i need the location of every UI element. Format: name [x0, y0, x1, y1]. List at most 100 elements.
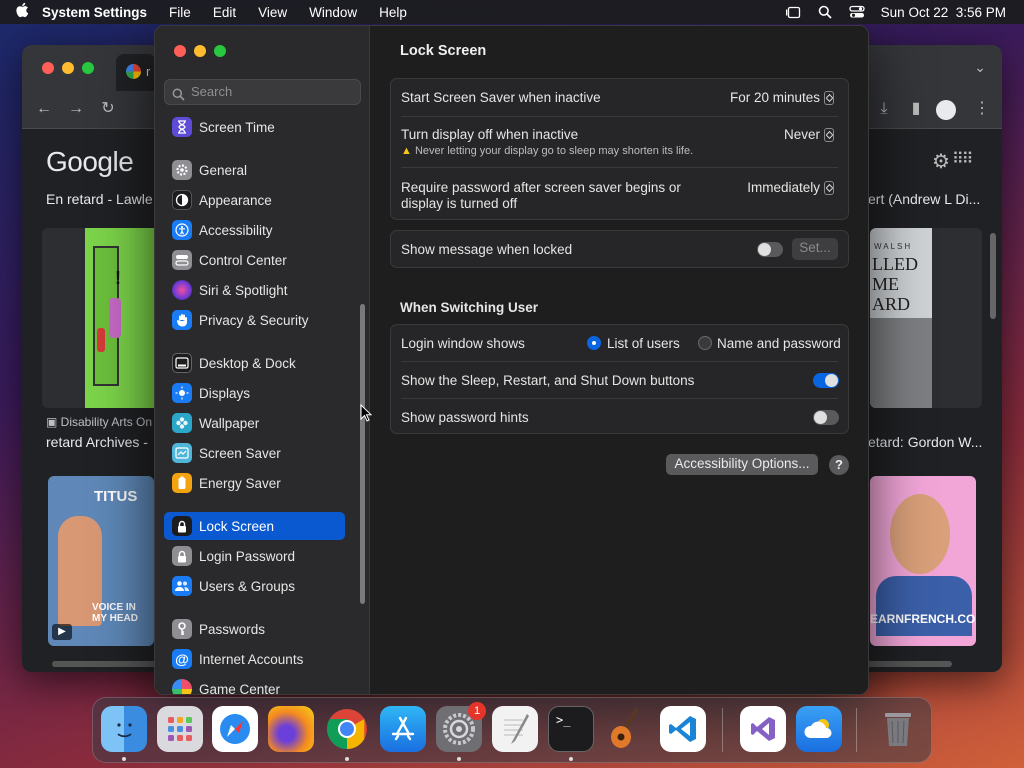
sidebar-item-login-password[interactable]: Login Password — [164, 542, 345, 570]
sidebar-item-control-center[interactable]: Control Center — [164, 246, 345, 274]
result-thumbnail-titus[interactable]: TITUS VOICE IN MY HEAD ▶ — [48, 476, 154, 646]
reload-icon[interactable]: ↻ — [100, 101, 116, 117]
sidebar-item-appearance[interactable]: Appearance — [164, 186, 345, 214]
spotlight-search-icon[interactable] — [817, 5, 833, 19]
firefox-icon[interactable] — [268, 706, 314, 752]
menu-bar-clock[interactable]: Sun Oct 22 3:56 PM — [881, 5, 1016, 20]
stage-manager-icon[interactable] — [785, 5, 801, 19]
chrome-menu-icon[interactable]: ⋮ — [974, 101, 990, 117]
users-icon — [172, 576, 192, 596]
require-password-popup[interactable]: Immediately — [747, 180, 834, 195]
sidebar-item-displays[interactable]: Displays — [164, 379, 345, 407]
close-button[interactable] — [174, 45, 186, 57]
result-caption-left[interactable]: retard Archives - — [46, 434, 148, 450]
trash-icon[interactable] — [875, 706, 921, 752]
sleep-buttons-label: Show the Sleep, Restart, and Shut Down b… — [401, 373, 695, 388]
terminal-icon[interactable]: >_ — [548, 706, 594, 752]
result-caption-right[interactable]: etard: Gordon W... — [868, 434, 982, 450]
name-and-password-label[interactable]: Name and password — [717, 336, 841, 351]
profile-avatar-icon[interactable] — [936, 100, 956, 120]
minimize-button[interactable] — [194, 45, 206, 57]
sidebar-item-screen-saver[interactable]: Screen Saver — [164, 439, 345, 467]
display-off-label: Turn display off when inactive — [401, 127, 579, 142]
result-source-left[interactable]: ▣ Disability Arts On — [46, 415, 152, 429]
sidebar-item-wallpaper[interactable]: Wallpaper — [164, 409, 345, 437]
set-message-button[interactable]: Set... — [792, 238, 838, 260]
textedit-icon[interactable] — [492, 706, 538, 752]
menu-help[interactable]: Help — [368, 5, 418, 20]
menu-app-name[interactable]: System Settings — [36, 5, 158, 20]
back-arrow-icon[interactable]: ← — [36, 101, 52, 117]
chrome-minimize-button[interactable] — [62, 62, 74, 74]
sidebar-item-game-center[interactable]: Game Center — [164, 675, 345, 694]
screensaver-popup[interactable]: For 20 minutes — [730, 90, 834, 105]
sidebar-item-general[interactable]: General — [164, 156, 345, 184]
sidebar-item-internet-accounts[interactable]: @ Internet Accounts — [164, 645, 345, 673]
sidebar-item-privacy-security[interactable]: Privacy & Security — [164, 306, 345, 334]
menu-window[interactable]: Window — [298, 5, 368, 20]
menu-edit[interactable]: Edit — [202, 5, 247, 20]
vertical-scrollbar[interactable] — [990, 233, 996, 319]
sidebar-item-label: Internet Accounts — [199, 651, 304, 667]
sidebar-item-passwords[interactable]: Passwords — [164, 615, 345, 643]
result-title-right[interactable]: ert (Andrew L Di... — [868, 191, 980, 207]
control-center-icon[interactable] — [849, 5, 865, 19]
apple-menu-icon[interactable] — [8, 2, 36, 22]
zoom-button[interactable] — [214, 45, 226, 57]
google-logo[interactable]: Google — [46, 146, 134, 178]
system-settings-window: Search Screen Time General Appearance Ac… — [154, 25, 869, 695]
chrome-zoom-button[interactable] — [82, 62, 94, 74]
sun-icon — [172, 383, 192, 403]
garageband-icon[interactable] — [604, 706, 650, 752]
safari-icon[interactable] — [212, 706, 258, 752]
sidebar-item-desktop-dock[interactable]: Desktop & Dock — [164, 349, 345, 377]
sidebar-item-label: Screen Time — [199, 119, 275, 135]
sleep-buttons-toggle[interactable] — [813, 373, 839, 388]
download-icon[interactable]: ⤓ — [876, 101, 892, 117]
result-thumbnail-book[interactable]: WALSH LLED ME ARD — [870, 228, 982, 408]
sidebar-item-screen-time[interactable]: Screen Time — [164, 113, 345, 141]
sidebar-item-lock-screen[interactable]: Lock Screen — [164, 512, 345, 540]
list-of-users-label[interactable]: List of users — [607, 336, 680, 351]
accessibility-options-button[interactable]: Accessibility Options... — [666, 454, 818, 475]
chrome-close-button[interactable] — [42, 62, 54, 74]
name-and-password-radio[interactable] — [698, 336, 712, 350]
warning-icon: ▲ — [401, 145, 415, 157]
side-panel-icon[interactable]: ▮ — [908, 101, 924, 117]
result-thumbnail-french[interactable]: EARNFRENCH.COM — [870, 476, 976, 646]
sidebar-item-accessibility[interactable]: Accessibility — [164, 216, 345, 244]
settings-search-input[interactable]: Search — [164, 79, 361, 105]
sidebar-scrollbar[interactable] — [360, 304, 365, 604]
cartoon-image: ! — [85, 228, 155, 408]
sidebar-item-siri-spotlight[interactable]: Siri & Spotlight — [164, 276, 345, 304]
forward-arrow-icon[interactable]: → — [68, 101, 84, 117]
row-divider — [401, 398, 838, 399]
list-of-users-radio[interactable] — [587, 336, 601, 350]
display-off-popup[interactable]: Never — [784, 127, 834, 142]
launchpad-icon[interactable] — [157, 706, 203, 752]
weather-icon[interactable] — [796, 706, 842, 752]
menu-view[interactable]: View — [247, 5, 298, 20]
menu-file[interactable]: File — [158, 5, 202, 20]
system-settings-icon[interactable]: 1 — [436, 702, 486, 752]
vscode-icon[interactable] — [660, 706, 706, 752]
password-hints-toggle[interactable] — [813, 410, 839, 425]
google-settings-icon[interactable]: ⚙ — [932, 149, 950, 174]
finder-icon[interactable] — [101, 706, 147, 752]
tab-search-chevron-icon[interactable]: ⌄ — [974, 59, 986, 76]
accessibility-icon — [172, 220, 192, 240]
siri-icon — [172, 280, 192, 300]
show-message-toggle[interactable] — [757, 242, 783, 257]
app-store-icon[interactable] — [380, 706, 426, 752]
sidebar-item-users-groups[interactable]: Users & Groups — [164, 572, 345, 600]
chrome-tab[interactable]: r — [116, 54, 156, 91]
book-cover-image: WALSH LLED ME ARD — [870, 228, 932, 408]
google-apps-icon[interactable]: ⠿⠿ — [952, 149, 973, 169]
chrome-icon[interactable] — [324, 706, 370, 752]
sidebar-item-energy-saver[interactable]: Energy Saver — [164, 469, 345, 497]
help-button[interactable]: ? — [829, 455, 849, 475]
result-title-left[interactable]: En retard - Lawle — [46, 191, 153, 207]
sidebar-item-label: Siri & Spotlight — [199, 282, 288, 298]
visual-studio-icon[interactable] — [740, 706, 786, 752]
chrome-running-indicator — [345, 757, 349, 761]
